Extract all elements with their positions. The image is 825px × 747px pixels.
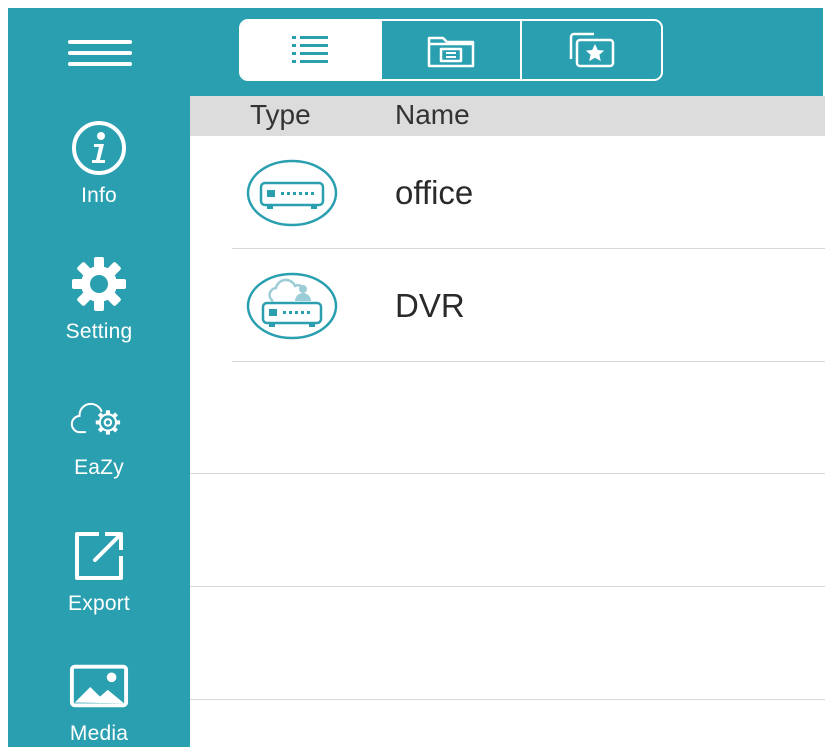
folder-icon <box>427 36 475 68</box>
top-bar <box>8 8 823 96</box>
sidebar-item-eazy[interactable]: EaZy <box>8 390 190 500</box>
list-divider <box>190 473 825 474</box>
export-icon <box>69 526 129 586</box>
hamburger-icon[interactable] <box>68 36 132 70</box>
sidebar-item-label: Info <box>81 184 117 207</box>
favorites-icon <box>569 32 614 68</box>
sidebar: Info Setting EaZy Export Media <box>8 96 190 747</box>
tab-favorites-view[interactable] <box>522 21 661 79</box>
tab-list-view[interactable] <box>241 21 382 79</box>
image-icon <box>69 656 129 716</box>
column-header-type[interactable]: Type <box>250 99 311 131</box>
list-divider <box>190 699 825 700</box>
list-divider <box>190 586 825 587</box>
sidebar-item-export[interactable]: Export <box>8 526 190 636</box>
cloud-gear-icon <box>69 390 129 450</box>
list-icon <box>292 36 329 63</box>
view-segmented-control <box>239 19 663 81</box>
table-row[interactable]: office <box>232 136 825 249</box>
sidebar-item-media[interactable]: Media <box>8 656 190 747</box>
sidebar-item-label: Media <box>69 722 129 745</box>
device-list-panel: Type Name office DVR <box>190 96 825 747</box>
cloud-dvr-device-icon <box>246 272 338 340</box>
table-header: Type Name <box>190 96 825 136</box>
info-icon <box>69 118 129 178</box>
column-header-name[interactable]: Name <box>395 99 470 131</box>
app-window: Info Setting EaZy Export Media Type Name… <box>0 0 825 747</box>
device-name: office <box>395 174 474 211</box>
dvr-device-icon <box>246 159 338 227</box>
sidebar-item-label: Export <box>68 592 130 615</box>
table-row[interactable]: DVR <box>232 249 825 362</box>
sidebar-item-setting[interactable]: Setting <box>8 254 190 364</box>
sidebar-item-label: EaZy <box>74 456 124 479</box>
sidebar-item-label: Setting <box>65 320 133 343</box>
sidebar-item-info[interactable]: Info <box>8 118 190 228</box>
gear-icon <box>69 254 129 314</box>
device-name: DVR <box>395 287 465 324</box>
tab-folder-view[interactable] <box>382 21 523 79</box>
